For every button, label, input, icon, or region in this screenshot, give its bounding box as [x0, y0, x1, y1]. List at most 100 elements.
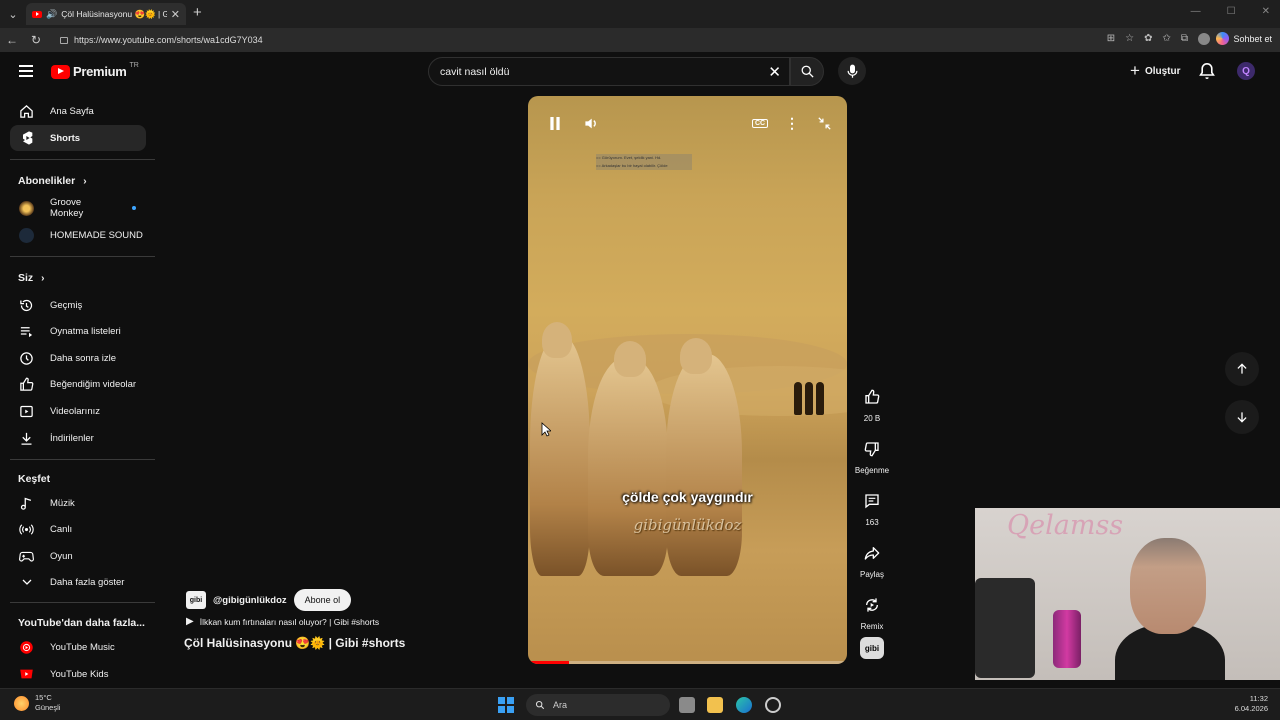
captions-button[interactable]: CC	[750, 113, 770, 133]
channel-logo[interactable]: gibi	[186, 591, 206, 609]
copilot-button[interactable]: Sohbet et	[1216, 32, 1272, 45]
sidebar-item-watch-later[interactable]: Daha sonra izle	[10, 345, 146, 371]
playlist-icon	[19, 324, 34, 339]
edge-browser-icon[interactable]	[736, 697, 752, 713]
plus-icon: +	[1130, 61, 1140, 80]
search-button[interactable]	[790, 57, 824, 86]
fullscreen-button[interactable]	[814, 113, 834, 133]
weather-widget[interactable]: 15°C Güneşli	[14, 693, 60, 713]
favorite-star-icon[interactable]: ☆	[1125, 33, 1134, 45]
dislike-button[interactable]: Beğenme	[850, 432, 894, 475]
clear-search-icon[interactable]: ✕	[768, 63, 781, 81]
sidebar-item-shorts[interactable]: Shorts	[10, 125, 146, 151]
mouse-cursor-icon	[541, 422, 551, 437]
comment-count: 163	[865, 518, 879, 527]
next-short-button[interactable]	[1225, 400, 1259, 434]
subscriptions-heading-label: Abonelikler	[18, 175, 76, 187]
url-text: https://www.youtube.com/shorts/wa1cdG7Y0…	[74, 35, 263, 45]
volume-icon	[585, 118, 596, 128]
close-tab-icon[interactable]: ✕	[171, 8, 180, 21]
browser-tab-active[interactable]: 🔊 Çöl Halüsinasyonu 😍🌞 | Gibi ✕	[26, 3, 186, 25]
reload-button[interactable]: ↻	[24, 33, 48, 47]
pause-icon	[550, 116, 560, 130]
sidebar-item-playlists[interactable]: Oynatma listeleri	[10, 318, 146, 344]
microphone-arm	[975, 578, 1035, 678]
sidebar-item-gaming[interactable]: Oyun	[10, 543, 146, 569]
file-explorer-icon[interactable]	[707, 697, 723, 713]
comments-button[interactable]: 163	[850, 484, 894, 527]
site-info-icon[interactable]	[60, 36, 68, 44]
share-button[interactable]: Paylaş	[850, 536, 894, 579]
sound-source-button[interactable]: gibi	[850, 637, 894, 659]
explore-heading: Keşfet	[18, 473, 50, 485]
remix-button[interactable]: Remix	[850, 588, 894, 631]
windows-start-icon[interactable]	[498, 697, 514, 713]
channel-name[interactable]: @gibigünlükdoz	[213, 595, 287, 606]
close-window-icon[interactable]: ✕	[1262, 6, 1270, 17]
sidebar-item-homemade-sound[interactable]: HOMEMADE SOUND	[10, 222, 146, 248]
subscribe-button[interactable]: Abone ol	[293, 589, 352, 611]
sidebar-item-youtube-kids[interactable]: YouTube Kids	[10, 661, 146, 687]
sidebar-item-youtube-music[interactable]: YouTube Music	[10, 634, 146, 660]
sidebar-item-music[interactable]: Müzik	[10, 490, 146, 516]
sidebar-item-live[interactable]: Canlı	[10, 516, 146, 542]
extension-icon[interactable]: ✿	[1144, 33, 1152, 45]
more-from-youtube-heading: YouTube'dan daha fazla...	[18, 617, 145, 629]
more-options-button[interactable]: ⋮	[782, 113, 802, 133]
sidebar-item-liked-videos[interactable]: Beğendiğim videolar	[10, 371, 146, 397]
arrow-down-icon	[1237, 412, 1247, 423]
shorts-video-player[interactable]: == Görüyorum. Evet, şeldik yani. Hd. == …	[528, 96, 847, 664]
sidebar-item-history[interactable]: Geçmiş	[10, 292, 146, 318]
volume-button[interactable]	[581, 113, 601, 133]
microphone	[1053, 610, 1081, 668]
sidebar-item-home[interactable]: Ana Sayfa	[10, 98, 146, 124]
divider	[10, 256, 155, 257]
pause-button[interactable]	[545, 113, 565, 133]
embedded-subtitle-line: == Görüyorum. Evet, şeldik yani. Hd.	[596, 155, 662, 160]
video-caption: çölde çok yaygındır	[622, 489, 753, 505]
related-video-link[interactable]: ▶ İlkkan kum fırtınaları nasıl oluyor? |…	[186, 616, 379, 627]
sidebar-item-groove-monkey[interactable]: Groove Monkey	[10, 195, 146, 221]
obs-icon[interactable]	[765, 697, 781, 713]
system-clock[interactable]: 11:32 6.04.2026	[1235, 694, 1268, 714]
more-vertical-icon: ⋮	[785, 114, 799, 131]
maximize-icon[interactable]: ☐	[1227, 6, 1236, 17]
profile-avatar[interactable]	[1198, 33, 1210, 45]
like-button[interactable]: 20 B	[850, 380, 894, 423]
search-input[interactable]: cavit nasıl öldü ✕	[428, 57, 790, 86]
tab-list-button[interactable]: ⌄	[0, 0, 26, 28]
create-button[interactable]: + Oluştur	[1122, 59, 1189, 83]
sidebar-item-show-more[interactable]: Daha fazla göster	[10, 569, 146, 595]
account-avatar[interactable]: Q	[1237, 62, 1255, 80]
divider	[10, 159, 155, 160]
voice-search-button[interactable]	[838, 57, 866, 85]
sidebar-item-downloads[interactable]: İndirilenler	[10, 425, 146, 451]
favorites-icon[interactable]: ✩	[1162, 33, 1170, 45]
app-available-icon[interactable]: ⊞	[1107, 33, 1115, 45]
minimize-icon[interactable]: —	[1191, 6, 1201, 17]
sidebar-item-label: HOMEMADE SOUND	[50, 229, 143, 241]
audio-icon[interactable]: 🔊	[46, 9, 57, 20]
notifications-button[interactable]	[1199, 62, 1215, 85]
channel-avatar	[19, 227, 34, 243]
you-heading[interactable]: Siz ›	[18, 272, 45, 284]
back-button[interactable]: ←	[0, 33, 24, 47]
remix-label: Remix	[860, 622, 884, 631]
address-bar-actions: ⊞ ☆ ✿ ✩ ⧉ ⋯	[1107, 33, 1230, 45]
new-tab-button[interactable]: +	[193, 4, 202, 21]
home-icon	[19, 104, 34, 119]
youtube-premium-logo[interactable]: Premium TR	[51, 62, 139, 79]
menu-icon[interactable]	[19, 65, 33, 77]
previous-short-button[interactable]	[1225, 352, 1259, 386]
more-heading-label: YouTube'dan daha fazla...	[18, 617, 145, 629]
subscriptions-heading[interactable]: Abonelikler ›	[18, 175, 87, 187]
sidebar-item-your-videos[interactable]: Videolarınız	[10, 398, 146, 424]
music-icon	[19, 496, 34, 511]
video-progress-bar[interactable]	[528, 661, 847, 664]
collections-icon[interactable]: ⧉	[1181, 33, 1188, 45]
sidebar-item-label: Shorts	[50, 132, 81, 144]
url-field[interactable]: https://www.youtube.com/shorts/wa1cdG7Y0…	[52, 30, 1072, 50]
channel-avatar	[19, 200, 34, 216]
taskbar-search[interactable]: Ara	[526, 694, 670, 716]
task-view-icon[interactable]	[679, 697, 695, 713]
